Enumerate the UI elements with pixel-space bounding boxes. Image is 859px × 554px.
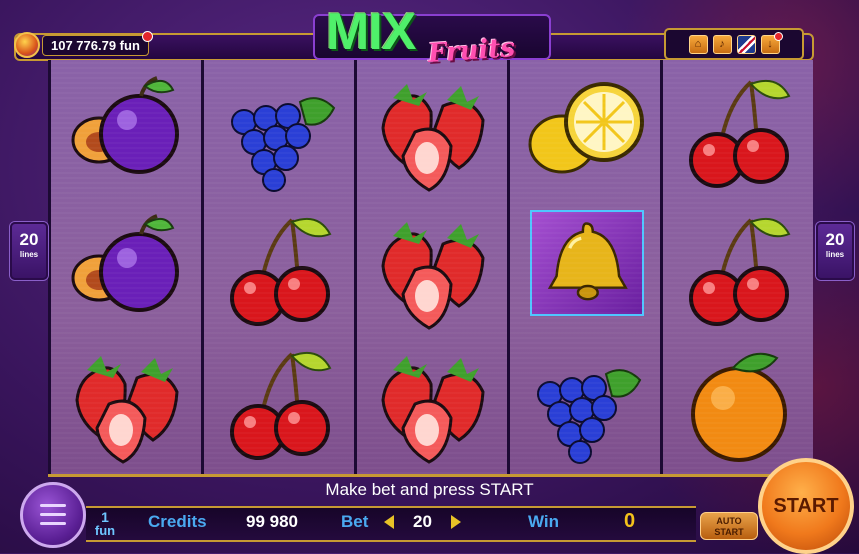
credits-value: 99 980 — [246, 512, 298, 531]
symbol-bell-highlighted — [530, 210, 644, 316]
lines-label: lines — [19, 250, 39, 259]
symbol-strawberry — [367, 210, 497, 334]
bet-value: 20 — [413, 512, 432, 531]
download-icon[interactable]: ↓ — [760, 31, 783, 54]
reel-1 — [51, 60, 201, 474]
menu-icon-bar — [40, 504, 66, 507]
symbol-cherry — [214, 210, 344, 334]
symbol-strawberry — [367, 344, 497, 468]
lines-count: 20 — [825, 230, 845, 249]
symbol-plum — [61, 210, 191, 334]
settings-controls: ⌂ ♪ ↓ — [664, 28, 804, 60]
notification-dot — [773, 31, 783, 41]
bet-increase-button[interactable] — [451, 515, 461, 529]
reel-4 — [510, 60, 660, 474]
reel-3 — [357, 60, 507, 474]
status-message: Make bet and press START — [325, 480, 534, 499]
notification-dot — [141, 30, 153, 42]
reel-5 — [663, 60, 813, 474]
symbol-grapes — [214, 72, 344, 196]
bet-label: Bet — [341, 512, 369, 531]
coin-icon — [14, 32, 40, 58]
credits-label: Credits — [148, 512, 207, 531]
start-button[interactable]: START — [758, 458, 854, 554]
menu-icon-bar — [40, 513, 66, 516]
logo-sub-text: Fruits — [427, 32, 517, 70]
denomination-unit: fun — [94, 523, 116, 538]
balance-display: 107 776.79 fun — [14, 30, 153, 59]
menu-icon-bar — [40, 522, 66, 525]
reel-2 — [204, 60, 354, 474]
bet-decrease-button[interactable] — [384, 515, 394, 529]
symbol-cherry — [673, 72, 803, 196]
menu-button[interactable] — [20, 482, 86, 548]
symbol-grapes — [520, 344, 650, 468]
lines-label: lines — [825, 250, 845, 259]
lines-indicator-right: 20 lines — [816, 222, 854, 280]
logo-main-text: MIX — [326, 3, 416, 61]
symbol-cherry — [673, 210, 803, 334]
sound-icon[interactable]: ♪ — [712, 34, 732, 54]
win-value: 0 — [624, 510, 636, 532]
win-label: Win — [528, 512, 560, 531]
symbol-cherry — [214, 344, 344, 468]
symbol-lemon — [520, 72, 650, 196]
home-icon[interactable]: ⌂ — [688, 34, 708, 54]
auto-start-button[interactable]: AUTO START — [700, 512, 758, 540]
symbol-plum — [61, 72, 191, 196]
denomination-selector[interactable]: 1 fun — [92, 510, 118, 538]
balance-box: 107 776.79 fun — [42, 30, 153, 56]
reels-area — [48, 60, 813, 477]
symbol-strawberry — [367, 72, 497, 196]
lines-indicator-left: 20 lines — [10, 222, 48, 280]
auto-start-label-line1: AUTO — [716, 516, 742, 526]
denomination-value: 1 — [101, 509, 109, 525]
auto-start-label-line2: START — [714, 527, 744, 537]
lines-count: 20 — [19, 230, 39, 249]
symbol-orange — [673, 344, 803, 468]
language-flag-uk-icon[interactable] — [736, 34, 756, 54]
balance-value: 107 776.79 fun — [51, 37, 140, 53]
symbol-strawberry — [61, 344, 191, 468]
